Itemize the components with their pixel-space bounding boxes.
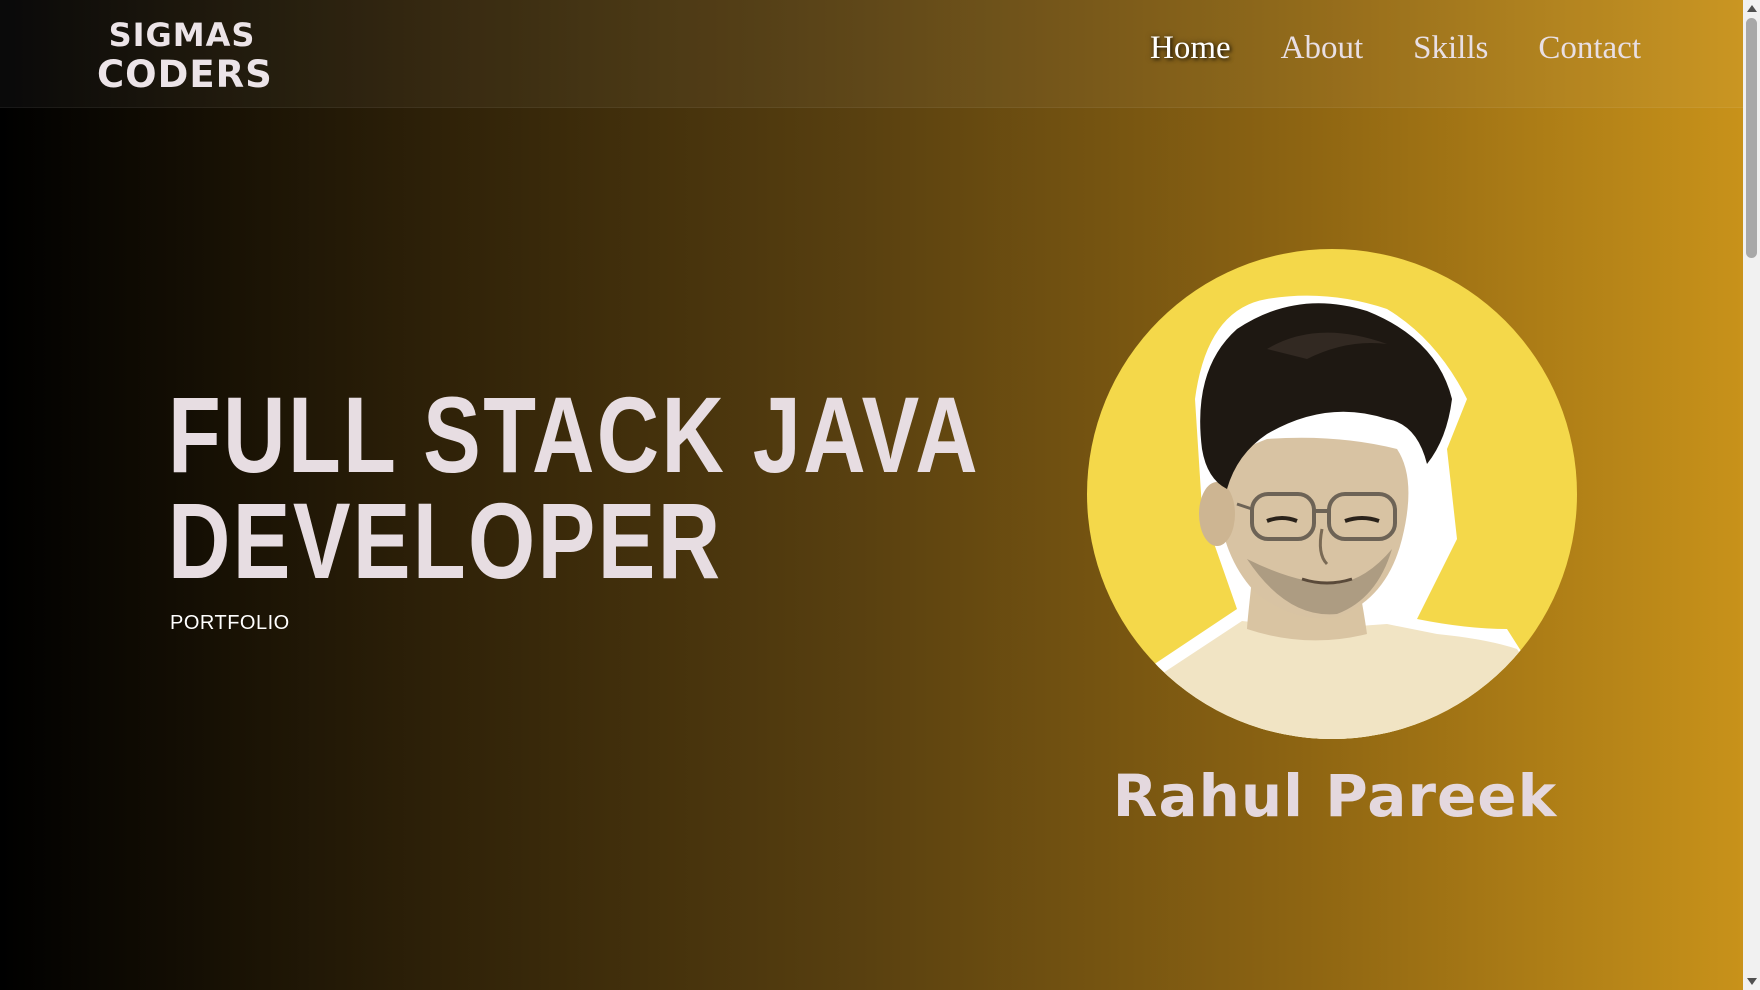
hero-subtitle: PORTFOLIO	[170, 612, 290, 634]
main-nav: Home About Skills Contact	[1150, 30, 1641, 67]
hero-title: FULL STACK JAVA DEVELOPER	[168, 374, 980, 601]
profile-photo-icon	[1087, 295, 1577, 739]
logo-line-2: CODERS	[97, 53, 273, 96]
nav-link-about[interactable]: About	[1281, 30, 1364, 67]
scroll-up-arrow-icon[interactable]	[1747, 5, 1757, 12]
profile-name: Rahul Pareek	[1112, 762, 1558, 830]
page: SIGMAS CODERS Home About Skills Contact …	[0, 0, 1743, 990]
nav-link-skills[interactable]: Skills	[1413, 30, 1488, 67]
page-scrollbar[interactable]	[1743, 0, 1760, 990]
site-logo[interactable]: SIGMAS CODERS	[97, 15, 273, 96]
hero-title-line-1: FULL STACK JAVA	[168, 374, 980, 495]
navbar: SIGMAS CODERS Home About Skills Contact	[0, 0, 1743, 108]
hero-title-line-2: DEVELOPER	[168, 480, 723, 601]
profile-avatar	[1087, 249, 1577, 739]
nav-link-contact[interactable]: Contact	[1538, 30, 1641, 67]
nav-link-home[interactable]: Home	[1150, 30, 1231, 67]
scroll-down-arrow-icon[interactable]	[1747, 978, 1757, 985]
scrollbar-thumb[interactable]	[1746, 18, 1757, 258]
logo-line-1: SIGMAS	[108, 16, 256, 54]
